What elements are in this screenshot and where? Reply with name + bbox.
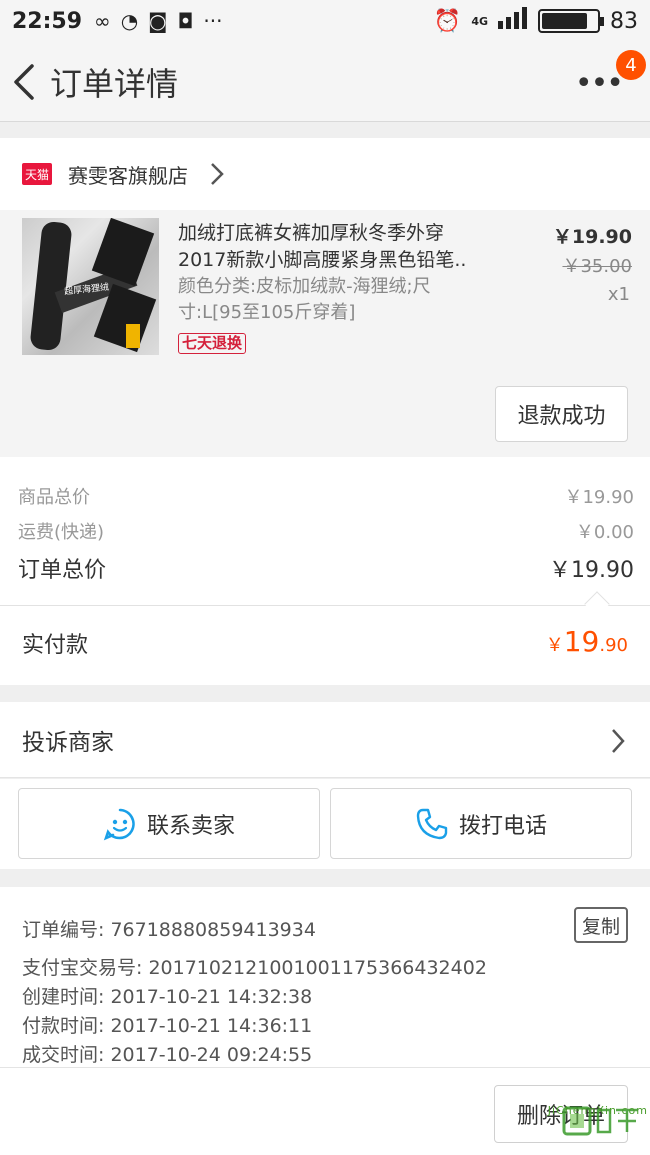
goods-total-value: ￥19.90 <box>564 487 634 508</box>
copy-button[interactable]: 复制 <box>574 907 628 943</box>
chat-face-icon <box>103 808 135 840</box>
alarm-icon: ⏰ <box>433 8 462 34</box>
bottom-action-bar: 删除订单 JiChengXin.com <box>0 1067 650 1155</box>
product-original-price: ￥35.00 <box>562 256 632 277</box>
network-type: 4G <box>471 14 488 28</box>
battery-percent: 83 <box>610 8 638 34</box>
back-icon[interactable] <box>4 42 44 122</box>
more-icon[interactable]: ••• <box>575 66 624 101</box>
shop-row[interactable]: 天猫 赛雯客旗舰店 <box>0 138 650 210</box>
phone-icon <box>416 808 448 839</box>
goods-total-label: 商品总价 <box>18 487 90 508</box>
infinity-icon: ∞ <box>94 9 111 33</box>
page-title: 订单详情 <box>50 64 179 103</box>
wifi-hotspot-icon: ◙ <box>148 9 168 33</box>
product-title-line2: 2017新款小脚高腰紧身黑色铅笔.. <box>178 249 467 271</box>
paid-label: 实付款 <box>22 633 89 658</box>
tmall-logo: 天猫 <box>22 163 52 185</box>
qq-icon: ◘ <box>177 9 194 33</box>
order-total-label: 订单总价 <box>18 558 107 583</box>
shipping-label: 运费(快递) <box>18 522 105 543</box>
product-price: ￥19.90 <box>552 226 632 248</box>
paid-decimal: .90 <box>599 635 628 656</box>
shipping-value: ￥0.00 <box>575 522 634 543</box>
product-item[interactable]: 超厚海狸绒 加绒打底裤女裤加厚秋冬季外穿 2017新款小脚高腰紧身黑色铅笔.. … <box>0 210 650 457</box>
signal-icon <box>498 7 528 35</box>
created-time: 创建时间: 2017-10-21 14:32:38 <box>22 986 313 1008</box>
more-dots-icon: ··· <box>203 9 223 33</box>
completed-time: 成交时间: 2017-10-24 09:24:55 <box>22 1044 313 1066</box>
contact-seller-button[interactable]: 联系卖家 <box>18 788 320 859</box>
chevron-right-icon <box>612 729 625 753</box>
paid-amount: ￥19.90 <box>546 625 628 658</box>
seven-day-return-badge: 七天退换 <box>178 333 247 354</box>
nav-bar: 订单详情 ••• 4 <box>0 42 650 122</box>
battery-icon <box>538 9 604 33</box>
order-number: 订单编号: 76718880859413934 <box>22 919 316 941</box>
chevron-right-icon <box>211 163 224 185</box>
call-phone-button[interactable]: 拨打电话 <box>330 788 632 859</box>
paid-time: 付款时间: 2017-10-21 14:36:11 <box>22 1015 313 1037</box>
status-bar: 22:59 ∞ ◔ ◙ ◘ ··· ⏰ 4G 83 <box>0 0 650 42</box>
contact-area: 联系卖家 拨打电话 <box>0 779 650 869</box>
product-sku-line2: 寸:L[95至105斤穿着] <box>178 302 356 323</box>
refund-status-button[interactable]: 退款成功 <box>495 386 628 442</box>
alipay-trade-number: 支付宝交易号: 2017102121001001175366432402 <box>22 957 487 979</box>
paid-currency: ￥ <box>545 635 564 656</box>
order-total-row: 订单总价 ￥19.90 <box>18 552 634 584</box>
shipping-row: 运费(快递) ￥0.00 <box>18 518 634 544</box>
order-info: 订单编号: 76718880859413934 复制 支付宝交易号: 20171… <box>0 887 650 1067</box>
complain-seller-label: 投诉商家 <box>22 729 114 756</box>
complain-seller-row[interactable]: 投诉商家 <box>0 702 650 778</box>
product-sku: 颜色分类:皮标加绒款-海狸绒;尺 寸:L[95至105斤穿着] <box>178 274 488 326</box>
divider-notch <box>584 591 610 617</box>
product-title-line1: 加绒打底裤女裤加厚秋冬季外穿 <box>178 222 445 244</box>
product-sku-line1: 颜色分类:皮标加绒款-海狸绒;尺 <box>178 276 431 297</box>
call-phone-label: 拨打电话 <box>458 813 547 839</box>
watermark-text: JiChengXin.com <box>547 1104 648 1117</box>
goods-total-row: 商品总价 ￥19.90 <box>18 483 634 509</box>
order-total-value: ￥19.90 <box>549 558 634 583</box>
product-image[interactable]: 超厚海狸绒 <box>22 218 159 355</box>
q-icon: ◔ <box>120 9 139 33</box>
clock: 22:59 <box>12 8 83 34</box>
contact-seller-label: 联系卖家 <box>146 813 235 839</box>
notification-badge: 4 <box>616 50 646 80</box>
product-quantity: x1 <box>607 284 630 305</box>
paid-integer: 19 <box>563 625 600 658</box>
price-summary: 商品总价 ￥19.90 运费(快递) ￥0.00 订单总价 ￥19.90 实付款… <box>0 457 650 685</box>
product-title: 加绒打底裤女裤加厚秋冬季外穿 2017新款小脚高腰紧身黑色铅笔.. <box>178 220 508 274</box>
shop-name: 赛雯客旗舰店 <box>68 163 188 188</box>
divider <box>0 605 650 606</box>
